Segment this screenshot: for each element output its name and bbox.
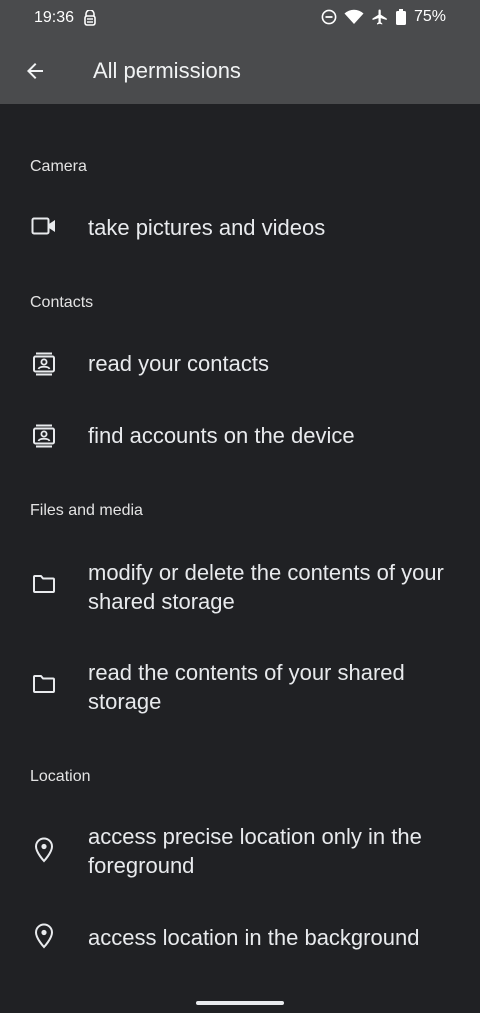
do-not-disturb-icon (321, 9, 337, 25)
permission-label: modify or delete the contents of your sh… (88, 560, 444, 614)
contacts-icon (30, 350, 58, 378)
permission-label: read your contacts (88, 351, 269, 376)
videocam-icon (30, 212, 58, 240)
section-header-files-and-media: Files and media (30, 502, 143, 519)
battery-icon (395, 9, 406, 25)
location-pin-icon (30, 836, 58, 864)
status-time: 19:36 (34, 9, 75, 26)
wifi-icon (344, 9, 364, 25)
section-header-location: Location (30, 768, 91, 785)
page-title: All permissions (93, 58, 241, 83)
permission-label: access location in the background (88, 925, 420, 950)
permission-row-read-contacts[interactable]: read your contacts (0, 340, 480, 388)
airplane-icon (371, 8, 389, 26)
gesture-navigation-handle[interactable] (196, 1001, 284, 1005)
permission-row-take-pictures[interactable]: take pictures and videos (0, 204, 480, 252)
status-bar: 19:36 75% (0, 0, 480, 36)
permission-label: read the contents of your shared storage (88, 660, 405, 714)
top-app-bar-container: 19:36 75% All permissions (0, 0, 480, 104)
permission-row-read-storage[interactable]: read the contents of your shared storage (0, 656, 480, 720)
contacts-icon (30, 422, 58, 450)
battery-percent: 75% (413, 8, 446, 25)
permission-row-precise-location[interactable]: access precise location only in the fore… (0, 820, 480, 884)
permission-label: find accounts on the device (88, 423, 355, 448)
vpn-icon (84, 9, 96, 26)
location-pin-icon (30, 922, 58, 950)
folder-icon (30, 670, 58, 698)
section-header-contacts: Contacts (30, 294, 94, 311)
permission-row-find-accounts[interactable]: find accounts on the device (0, 412, 480, 460)
section-header-camera: Camera (30, 158, 87, 175)
permission-row-background-location[interactable]: access location in the background (0, 914, 480, 962)
back-button[interactable] (20, 56, 50, 86)
permission-row-modify-storage[interactable]: modify or delete the contents of your sh… (0, 556, 480, 620)
permission-label: access precise location only in the fore… (88, 824, 422, 878)
folder-icon (30, 570, 58, 598)
permission-label: take pictures and videos (88, 215, 326, 240)
arrow-back-icon (27, 63, 43, 79)
app-bar: All permissions (0, 40, 480, 104)
status-icons: 75% (321, 8, 446, 26)
